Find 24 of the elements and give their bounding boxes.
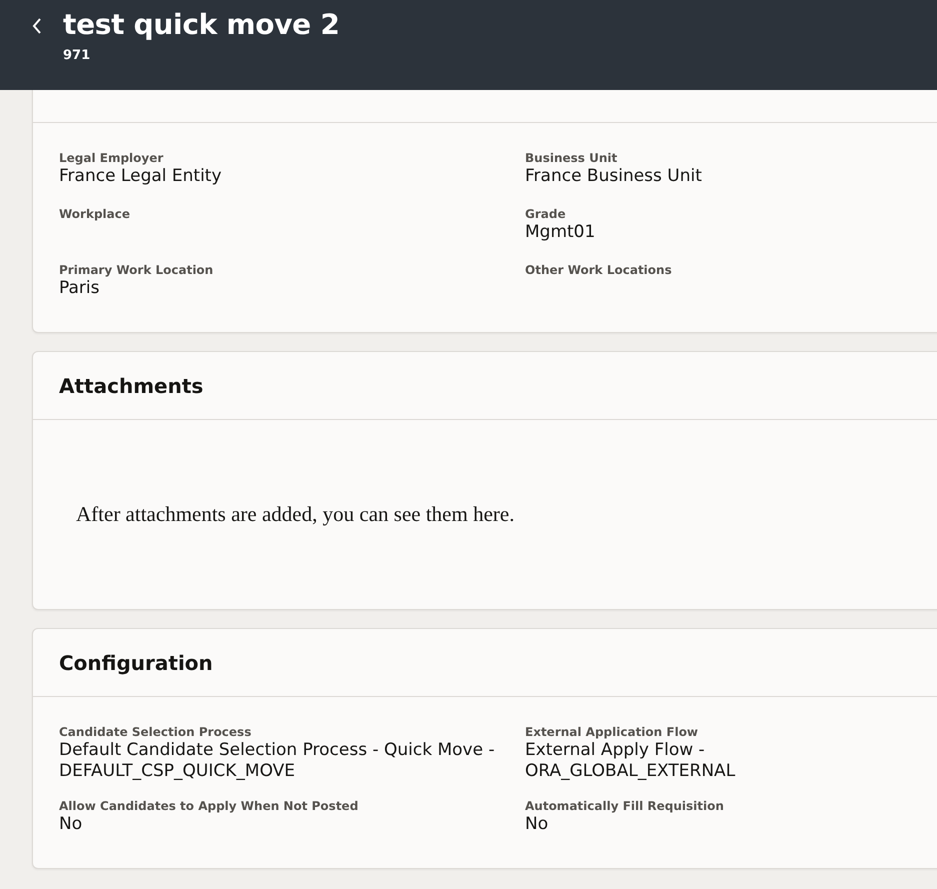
field-value: External Apply Flow - ORA_GLOBAL_EXTERNAL (525, 740, 736, 782)
section-title: Attachments (59, 374, 204, 398)
field-label: Workplace (59, 206, 132, 222)
field-value: Default Candidate Selection Process - Quick Move - DEFAULT_CSP_QUICK_MOVE (59, 740, 496, 782)
page-subtitle: 971 (63, 47, 92, 65)
field-label: External Application Flow (525, 724, 700, 740)
field-value: No (59, 814, 84, 835)
field-label: Legal Employer (59, 150, 164, 166)
chevron-left-icon (31, 17, 43, 35)
empty-message: After attachments are added, you can see them here. (76, 502, 514, 527)
field-value: Mgmt01 (525, 222, 596, 243)
field-value: France Business Unit (525, 166, 703, 187)
field-label: Automatically Fill Requisition (525, 798, 725, 814)
field-label: Business Unit (525, 150, 618, 166)
field-label: Candidate Selection Process (59, 724, 252, 740)
field-value: France Legal Entity (59, 166, 223, 187)
field-value: Paris (59, 278, 100, 299)
field-value: No (525, 814, 550, 835)
section-title: Configuration (59, 650, 213, 674)
field-label: Allow Candidates to Apply When Not Posted (59, 798, 360, 814)
field-label: Primary Work Location (59, 262, 214, 278)
field-label: Grade (525, 206, 567, 222)
page-title: test quick move 2 (63, 7, 340, 43)
field-label: Other Work Locations (525, 262, 673, 278)
